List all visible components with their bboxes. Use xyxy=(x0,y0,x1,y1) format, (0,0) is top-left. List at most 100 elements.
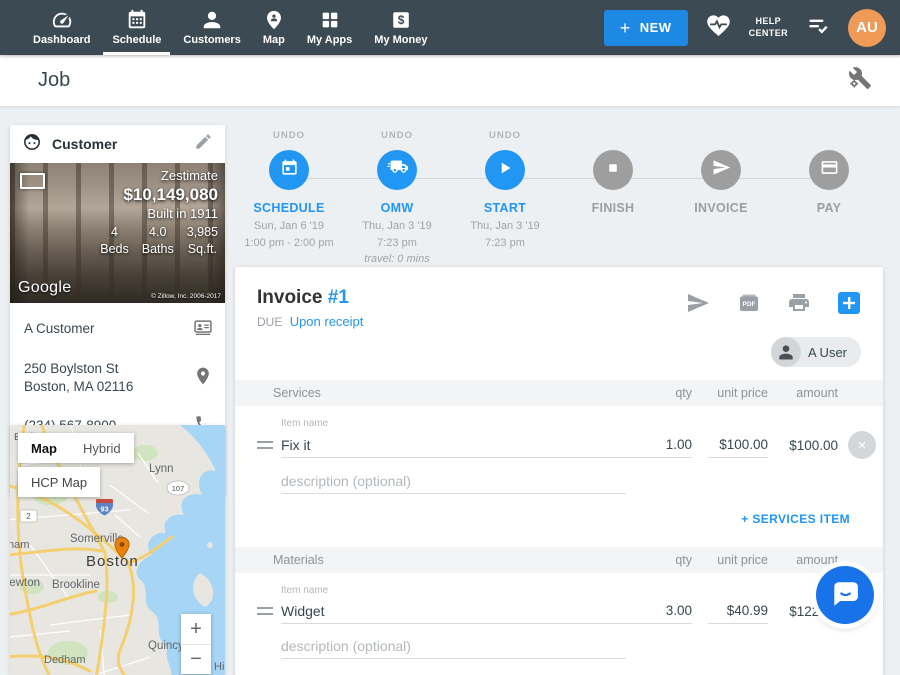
finish-step-button[interactable] xyxy=(593,150,633,190)
nav-item-map[interactable]: Map xyxy=(252,0,296,55)
stat-sqft-value: 3,985 xyxy=(187,224,218,241)
chat-bubble-button[interactable] xyxy=(816,566,874,624)
service-description-input[interactable] xyxy=(281,468,626,494)
workflow-step-invoice: INVOICE xyxy=(667,130,775,268)
health-heart-icon[interactable] xyxy=(705,12,732,44)
materials-header-row: Materials qty unit price amount xyxy=(235,547,883,573)
nav-label-schedule: Schedule xyxy=(112,34,161,46)
service-name-input[interactable] xyxy=(281,432,642,458)
activity-list-icon[interactable] xyxy=(805,12,831,43)
dollar-icon: $ xyxy=(390,9,412,31)
map-pin-icon xyxy=(263,9,285,31)
location-pin-icon[interactable] xyxy=(193,366,213,391)
stat-sqft: 3,985 Sq.ft. xyxy=(187,224,218,258)
stat-baths-value: 4.0 xyxy=(142,224,174,241)
add-invoice-icon[interactable] xyxy=(837,291,861,320)
built-year: Built in 1911 xyxy=(100,206,218,221)
material-description-input[interactable] xyxy=(281,633,626,659)
nav-item-my-apps[interactable]: My Apps xyxy=(296,0,363,55)
map-type-hybrid-button[interactable]: Hybrid xyxy=(70,433,134,463)
start-step-button[interactable] xyxy=(485,150,525,190)
materials-col-qty: qty xyxy=(642,553,692,567)
nav-item-customers[interactable]: Customers xyxy=(172,0,251,55)
stat-beds: 4 Beds xyxy=(100,224,129,258)
assignee-chip[interactable]: A User xyxy=(771,337,861,367)
undo-schedule-button[interactable]: UNDO xyxy=(273,130,305,143)
zillow-copyright: © Zillow, Inc. 2006-2017 xyxy=(151,293,221,300)
map-label: Dedham xyxy=(44,654,86,666)
omw-step-button[interactable] xyxy=(377,150,417,190)
pay-step-button[interactable] xyxy=(809,150,849,190)
nav-right-group: + NEW HELP CENTER AU xyxy=(604,9,886,47)
add-services-item-link[interactable]: + SERVICES ITEM xyxy=(741,512,850,526)
map-type-map-button[interactable]: Map xyxy=(18,433,70,463)
page-title: Job xyxy=(38,69,848,92)
user-avatar[interactable]: AU xyxy=(848,9,886,47)
omw-step-label: OMW xyxy=(381,201,414,215)
nav-item-schedule[interactable]: Schedule xyxy=(101,0,172,55)
send-invoice-icon[interactable] xyxy=(686,291,710,320)
job-tools-icon[interactable] xyxy=(848,66,872,95)
svg-text:PDF: PDF xyxy=(743,301,756,308)
help-center-link[interactable]: HELP CENTER xyxy=(749,16,788,39)
nav-item-dashboard[interactable]: Dashboard xyxy=(22,0,101,55)
workflow-step-omw: UNDO OMW Thu, Jan 3 '19 7:23 pm travel: … xyxy=(343,130,451,268)
nav-item-my-money[interactable]: $ My Money xyxy=(363,0,438,55)
materials-col-unit-price: unit price xyxy=(708,553,768,567)
nav-label-dashboard: Dashboard xyxy=(33,34,90,46)
service-unit-price-input[interactable] xyxy=(708,432,768,458)
drag-handle-icon[interactable] xyxy=(257,440,273,450)
undo-omw-button[interactable]: UNDO xyxy=(381,130,413,143)
svg-text:107: 107 xyxy=(172,484,185,493)
map-type-control: Map Hybrid xyxy=(18,433,134,463)
materials-col-amount: amount xyxy=(776,553,838,567)
google-watermark: Google xyxy=(18,279,71,297)
drag-handle-icon[interactable] xyxy=(257,606,273,616)
services-col-qty: qty xyxy=(642,386,692,400)
apps-grid-icon xyxy=(319,9,341,31)
map-label: ham xyxy=(10,539,29,551)
help-center-line1: HELP xyxy=(749,16,788,27)
undo-start-button[interactable]: UNDO xyxy=(489,130,521,143)
hcp-map-button[interactable]: HCP Map xyxy=(18,467,100,497)
customer-name: A Customer xyxy=(24,320,193,338)
remove-service-item-button[interactable]: × xyxy=(848,431,876,459)
material-unit-price-input[interactable] xyxy=(708,598,768,624)
services-header-row: Services qty unit price amount xyxy=(235,380,883,406)
customer-card-title: Customer xyxy=(52,136,194,152)
schedule-step-detail: Sun, Jan 6 '19 1:00 pm - 2:00 pm xyxy=(244,218,333,251)
invoice-actions: PDF xyxy=(686,291,861,320)
invoice-step-label: INVOICE xyxy=(694,201,748,215)
due-value-link[interactable]: Upon receipt xyxy=(290,314,364,329)
nav-label-my-apps: My Apps xyxy=(307,34,352,46)
map-label: Hi xyxy=(214,661,224,673)
schedule-step-button[interactable] xyxy=(269,150,309,190)
edit-pencil-icon[interactable] xyxy=(194,132,213,156)
street-view-toggle-icon[interactable] xyxy=(20,173,45,189)
customer-address: 250 Boylston St Boston, MA 02116 xyxy=(24,360,193,396)
material-name-input[interactable] xyxy=(281,598,642,624)
calendar-icon xyxy=(280,158,299,182)
zoom-out-button[interactable]: − xyxy=(181,644,211,674)
zoom-in-button[interactable]: + xyxy=(181,614,211,644)
property-stats: 4 Beds 4.0 Baths 3,985 Sq.ft. xyxy=(100,224,218,258)
print-icon[interactable] xyxy=(787,291,811,320)
assignee-name: A User xyxy=(808,345,847,360)
material-qty-input[interactable] xyxy=(642,598,692,624)
route-badge-2: 2 xyxy=(20,510,37,522)
pdf-icon[interactable]: PDF xyxy=(736,291,761,320)
pay-step-label: PAY xyxy=(817,201,842,215)
contact-card-icon[interactable] xyxy=(193,317,213,342)
service-qty-input[interactable] xyxy=(642,432,692,458)
due-label: DUE xyxy=(257,315,282,329)
invoice-step-button[interactable] xyxy=(701,150,741,190)
app-window: Dashboard Schedule Customers Map xyxy=(0,0,900,675)
service-amount: $100.00 xyxy=(776,438,838,453)
job-header-bar: Job xyxy=(0,55,900,107)
invoice-due: DUE Upon receipt xyxy=(257,314,686,329)
help-center-line2: CENTER xyxy=(749,28,788,39)
new-button[interactable]: + NEW xyxy=(604,10,688,46)
map-label: Quincy xyxy=(148,640,184,652)
workflow-step-start: UNDO START Thu, Jan 3 '19 7:23 pm xyxy=(451,130,559,268)
credit-card-icon xyxy=(820,158,839,182)
